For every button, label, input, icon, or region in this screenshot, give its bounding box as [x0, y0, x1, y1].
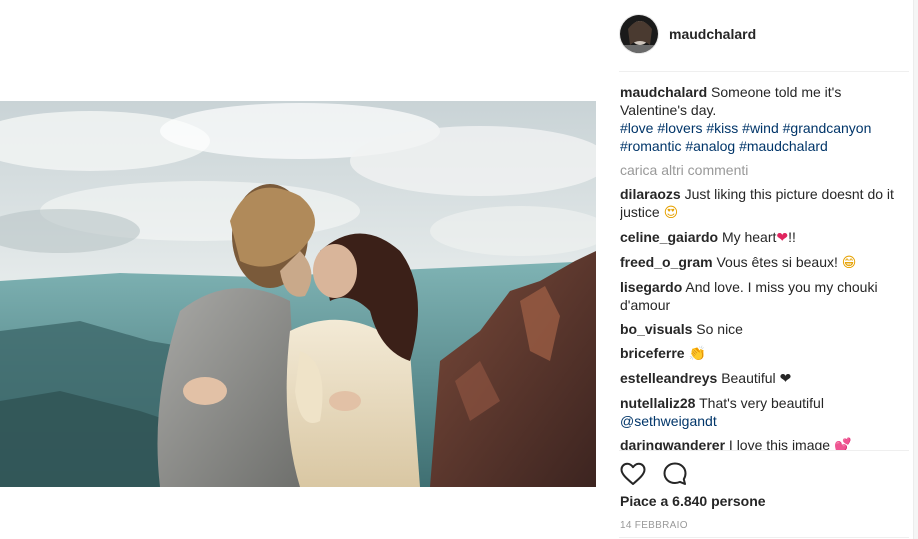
media-pane [0, 0, 597, 539]
comment-username[interactable]: celine_gaiardo [620, 229, 718, 245]
comment-username[interactable]: lisegardo [620, 279, 682, 295]
post-header: maudchalard [619, 12, 909, 56]
comment-mention[interactable]: @sethweigandt [620, 412, 910, 430]
comment-text: That's very beautiful [699, 395, 824, 411]
comment-item: lisegardo And love. I miss you my chouki… [620, 278, 910, 314]
comment-username[interactable]: daringwanderer [620, 437, 725, 450]
canyon-kiss-photo [0, 101, 596, 487]
load-more-comments[interactable]: carica altri commenti [620, 161, 910, 179]
two-hearts-emoji-icon: 💕 [833, 438, 852, 450]
comment-button[interactable] [661, 460, 689, 488]
comment-username[interactable]: bo_visuals [620, 321, 692, 337]
comment-username[interactable]: nutellaliz28 [620, 395, 695, 411]
comment-item: nutellaliz28 That's very beautiful @seth… [620, 394, 910, 430]
avatar[interactable] [619, 14, 659, 54]
divider [619, 450, 909, 451]
comment-username[interactable]: dilaraozs [620, 186, 681, 202]
comment-text: Beautiful [721, 370, 776, 386]
comment-suffix: !! [788, 229, 796, 245]
caption-username[interactable]: maudchalard [620, 84, 707, 100]
comment-item: briceferre 👏 [620, 344, 910, 363]
comment-text: Vous êtes si beaux! [716, 254, 838, 270]
scrollbar[interactable] [913, 0, 918, 539]
avatar-image [620, 15, 658, 53]
comment-username[interactable]: estelleandreys [620, 370, 717, 386]
clapping-hands-emoji-icon: 👏 [688, 346, 706, 362]
comment-username[interactable]: freed_o_gram [620, 254, 713, 270]
grin-emoji-icon: 😁 [841, 255, 857, 271]
divider [619, 71, 909, 72]
comment-item: dilaraozs Just liking this picture doesn… [620, 185, 910, 222]
comment-item: bo_visuals So nice [620, 320, 910, 338]
comment-item: daringwanderer I love this image 💕 [620, 436, 910, 450]
header-username[interactable]: maudchalard [669, 26, 756, 42]
comment-item: freed_o_gram Vous êtes si beaux! 😁 [620, 253, 910, 272]
post-actions [619, 460, 703, 488]
comment-text: So nice [696, 321, 743, 337]
post-photo[interactable] [0, 101, 596, 487]
red-heart-emoji-icon: ❤ [776, 230, 789, 246]
black-heart-emoji-icon: ❤ [779, 371, 792, 387]
caption-hashtags[interactable]: #love #lovers #kiss #wind #grandcanyon #… [620, 119, 910, 155]
comment-text: I love this image [728, 437, 831, 450]
comment-text: My heart [721, 229, 777, 245]
comment-username[interactable]: briceferre [620, 345, 685, 361]
comments-list: maudchalard Someone told me it's Valenti… [620, 83, 910, 450]
comment-item: estelleandreys Beautiful ❤ [620, 369, 910, 388]
post-sidebar: maudchalard maudchalard Someone told me … [597, 0, 918, 539]
comment-item: celine_gaiardo My heart❤!! [620, 228, 910, 247]
likes-count[interactable]: Piace a 6.840 persone [620, 493, 766, 509]
like-button[interactable] [619, 460, 647, 488]
divider [619, 537, 909, 538]
post-date[interactable]: 14 FEBBRAIO [620, 520, 688, 531]
caption: maudchalard Someone told me it's Valenti… [620, 83, 910, 155]
heart-outline-icon [620, 462, 646, 485]
comment-bubble-icon [663, 462, 687, 485]
heart-eyes-emoji-icon: 😍 [663, 205, 679, 221]
